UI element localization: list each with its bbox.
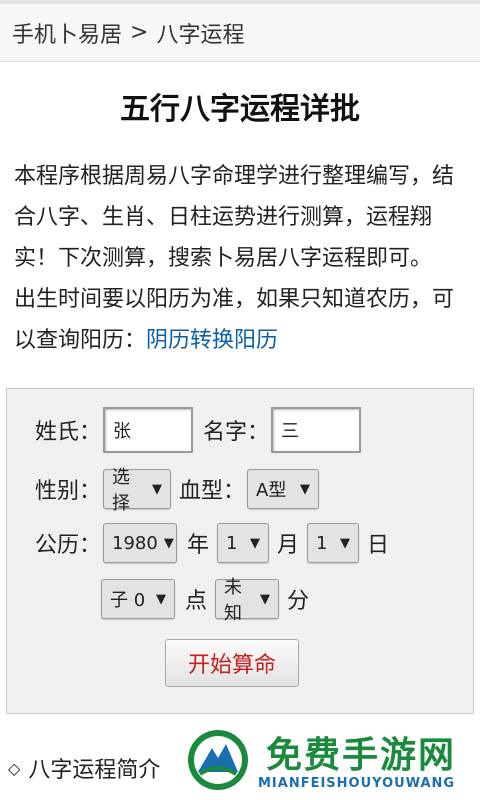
breadcrumb-current: 八字运程: [156, 22, 245, 48]
chevron-down-icon: ▼: [250, 535, 261, 551]
year-unit: 年: [187, 533, 210, 558]
chevron-down-icon: ▼: [163, 535, 174, 551]
chevron-down-icon: ▼: [152, 481, 163, 497]
surname-input[interactable]: 张: [103, 407, 194, 453]
bazi-form: 姓氏： 张 名字： 三 性别： 选择 ▼ 血型： A型 ▼ 公历： 1980 ▼…: [6, 388, 474, 714]
gender-select-value: 选择: [112, 467, 131, 514]
watermark-title: 免费手游网: [266, 735, 457, 776]
watermark-emblem-icon: [188, 730, 248, 790]
chevron-down-icon: ▼: [300, 481, 311, 497]
day-select-value: 1: [316, 532, 328, 554]
lunar-to-solar-link[interactable]: 阴历转换阳历: [146, 328, 278, 353]
date-row: 公历： 1980 ▼ 年 1 ▼ 月 1 ▼ 日: [35, 523, 389, 563]
section-heading: ◇ 八字运程简介: [8, 752, 160, 784]
hour-select-value: 子 0: [110, 590, 146, 611]
time-row: 子 0 ▼ 点 未知 ▼ 分: [101, 577, 310, 624]
intro-text: 本程序根据周易八字命理学进行整理编写，结合八字、生肖、日柱运势进行测算，运程翔实…: [14, 156, 470, 361]
day-select[interactable]: 1 ▼: [307, 523, 360, 563]
year-select-value: 1980: [112, 532, 158, 554]
watermark-logo: 免费手游网 MIANFEISHOUYOUWANG: [182, 726, 480, 800]
start-fortune-button[interactable]: 开始算命: [165, 639, 299, 687]
watermark-subtitle: MIANFEISHOUYOUWANG: [258, 776, 456, 791]
year-select[interactable]: 1980 ▼: [103, 523, 178, 563]
given-name-input[interactable]: 三: [271, 407, 362, 453]
given-name-label: 名字：: [203, 420, 270, 445]
day-unit: 日: [367, 533, 390, 558]
surname-label: 姓氏：: [35, 420, 102, 445]
diamond-icon: ◇: [8, 758, 21, 778]
breadcrumb-separator: >: [130, 20, 149, 45]
gender-label: 性别：: [35, 479, 102, 504]
page-title: 五行八字运程详批: [120, 92, 360, 127]
minute-select-value: 未知: [224, 577, 243, 624]
breadcrumb-home-link[interactable]: 手机卜易居: [12, 17, 122, 49]
month-unit: 月: [277, 533, 300, 558]
minute-select[interactable]: 未知 ▼: [215, 577, 280, 624]
intro-paragraph: 本程序根据周易八字命理学进行整理编写，结合八字、生肖、日柱运势进行测算，运程翔实…: [14, 164, 455, 271]
date-label: 公历：: [35, 533, 102, 558]
hour-unit: 点: [185, 589, 208, 614]
gender-blood-row: 性别： 选择 ▼ 血型： A型 ▼: [35, 467, 320, 514]
section-heading-label: 八字运程简介: [28, 758, 161, 783]
chevron-down-icon: ▼: [156, 591, 166, 607]
blood-type-label: 血型：: [179, 479, 246, 504]
blood-type-select[interactable]: A型 ▼: [247, 469, 320, 509]
hour-select[interactable]: 子 0 ▼: [101, 579, 175, 619]
month-select[interactable]: 1 ▼: [217, 523, 270, 563]
month-select-value: 1: [226, 532, 238, 554]
intro-note: 出生时间要以阳历为准，如果只知道农历，可以查询阳历：阴历转换阳历: [14, 279, 470, 361]
blood-type-select-value: A型: [256, 480, 287, 501]
chevron-down-icon: ▼: [340, 535, 351, 551]
gender-select[interactable]: 选择 ▼: [103, 467, 172, 514]
breadcrumb: 手机卜易居 > 八字运程: [0, 0, 480, 62]
chevron-down-icon: ▼: [260, 591, 271, 607]
minute-unit: 分: [287, 589, 310, 614]
name-row: 姓氏： 张 名字： 三: [35, 407, 362, 453]
